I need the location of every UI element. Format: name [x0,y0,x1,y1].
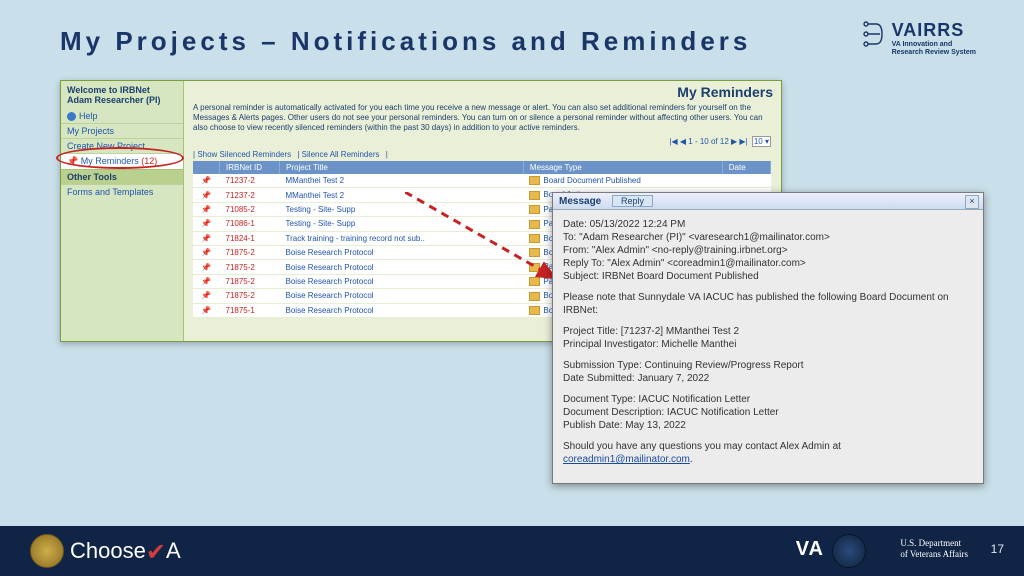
cell-id[interactable]: 71824-1 [220,231,280,245]
flag-icon[interactable]: 📌 [193,202,220,216]
va-text: VA [796,538,824,561]
cell-title[interactable]: Testing - Site- Supp [280,217,524,231]
col-title[interactable]: Project Title [280,161,524,174]
msg-pi: Principal Investigator: Michelle Manthei [563,339,736,350]
cell-title[interactable]: Boise Research Protocol [280,289,524,303]
reply-button[interactable]: Reply [612,195,653,207]
highlight-circle [56,147,184,169]
cell-title[interactable]: Boise Research Protocol [280,303,524,317]
cell-id[interactable]: 71086-1 [220,217,280,231]
reminder-links: | Show Silenced Reminders | Silence All … [183,150,781,161]
msg-to: To: "Adam Researcher (PI)" <varesearch1@… [563,232,830,243]
cell-id[interactable]: 71237-2 [220,174,280,188]
cell-id[interactable]: 71085-2 [220,202,280,216]
cell-title[interactable]: Track training - training record not sub… [280,231,524,245]
cell-title[interactable]: Boise Research Protocol [280,274,524,288]
cell-id[interactable]: 71875-2 [220,289,280,303]
msg-date-submitted: Date Submitted: January 7, 2022 [563,373,709,384]
dept-text: U.S. Departmentof Veterans Affairs [900,538,968,560]
va-seal-icon [30,534,64,568]
col-msg[interactable]: Message Type [523,161,722,174]
show-silenced-link[interactable]: Show Silenced Reminders [197,150,291,159]
message-title: Message [559,196,601,207]
msg-contact-text: Should you have any questions you may co… [563,441,841,452]
msg-replyto: Reply To: "Alex Admin" <coreadmin1@maili… [563,258,806,269]
cell-id[interactable]: 71237-2 [220,188,280,202]
pager[interactable]: |◀ ◀ 1 - 10 of 12 ▶ ▶| 10 ▾ [183,137,781,150]
msg-doc-desc: Document Description: IACUC Notification… [563,407,779,418]
cell-id[interactable]: 71875-1 [220,303,280,317]
msg-submission-type: Submission Type: Continuing Review/Progr… [563,360,804,371]
table-row[interactable]: 📌71237-2MManthei Test 2Board Document Pu… [193,174,771,188]
cell-date [722,174,770,188]
contact-email-link[interactable]: coreadmin1@mailinator.com [563,454,690,465]
choose-va-logo: Choose✔A [70,536,181,565]
silence-all-link[interactable]: Silence All Reminders [302,150,380,159]
intro-text: A personal reminder is automatically act… [183,103,781,137]
msg-doc-type: Document Type: IACUC Notification Letter [563,394,750,405]
col-id[interactable]: IRBNet ID [220,161,280,174]
message-titlebar: Message Reply × [553,193,983,210]
welcome-text: Welcome to IRBNet [67,85,150,95]
col-date[interactable]: Date [722,161,770,174]
cell-id[interactable]: 71875-2 [220,260,280,274]
close-button[interactable]: × [965,195,979,209]
pager-range: 1 - 10 of 12 [688,137,728,146]
current-user: Adam Researcher (PI) [67,95,177,105]
cell-title[interactable]: MManthei Test 2 [280,174,524,188]
cell-title[interactable]: Boise Research Protocol [280,245,524,259]
flag-icon[interactable]: 📌 [193,303,220,317]
flag-icon[interactable]: 📌 [193,274,220,288]
message-body: Date: 05/13/2022 12:24 PM To: "Adam Rese… [553,210,983,482]
flag-icon[interactable]: 📌 [193,217,220,231]
flag-icon[interactable]: 📌 [193,174,220,188]
nav-my-projects[interactable]: My Projects [61,123,183,138]
sidebar: Welcome to IRBNet Adam Researcher (PI) H… [61,81,184,341]
page-number: 17 [991,542,1004,556]
msg-date: Date: 05/13/2022 12:24 PM [563,219,685,230]
welcome-block: Welcome to IRBNet Adam Researcher (PI) [61,81,183,109]
nav-forms-templates[interactable]: Forms and Templates [61,184,183,199]
msg-subject: Subject: IRBNet Board Document Published [563,271,759,282]
page-size-select[interactable]: 10 ▾ [752,136,771,147]
cell-title[interactable]: MManthei Test 2 [280,188,524,202]
slide-title: My Projects – Notifications and Reminder… [60,26,751,57]
flag-icon[interactable]: 📌 [193,188,220,202]
flag-icon[interactable]: 📌 [193,260,220,274]
cell-title[interactable]: Testing - Site- Supp [280,202,524,216]
help-link[interactable]: Help [61,109,183,123]
msg-from: From: "Alex Admin" <no-reply@training.ir… [563,245,788,256]
dept-seal-icon [832,534,866,568]
cell-id[interactable]: 71875-2 [220,274,280,288]
message-window: Message Reply × Date: 05/13/2022 12:24 P… [552,192,984,484]
msg-p1: Please note that Sunnydale VA IACUC has … [563,291,973,317]
cell-id[interactable]: 71875-2 [220,245,280,259]
msg-project-title: Project Title: [71237-2] MManthei Test 2 [563,326,739,337]
vairrs-logo: VAIRRS VA Innovation and Research Review… [862,20,976,57]
flag-icon[interactable]: 📌 [193,289,220,303]
flag-icon[interactable]: 📌 [193,245,220,259]
cell-msg[interactable]: Board Document Published [523,174,722,188]
slide-footer: Choose✔A VA U.S. Departmentof Veterans A… [0,526,1024,576]
cell-title[interactable]: Boise Research Protocol [280,260,524,274]
nav-section-other-tools: Other Tools [61,169,183,184]
flag-icon[interactable]: 📌 [193,231,220,245]
panel-title: My Reminders [183,81,781,103]
msg-publish-date: Publish Date: May 13, 2022 [563,420,686,431]
